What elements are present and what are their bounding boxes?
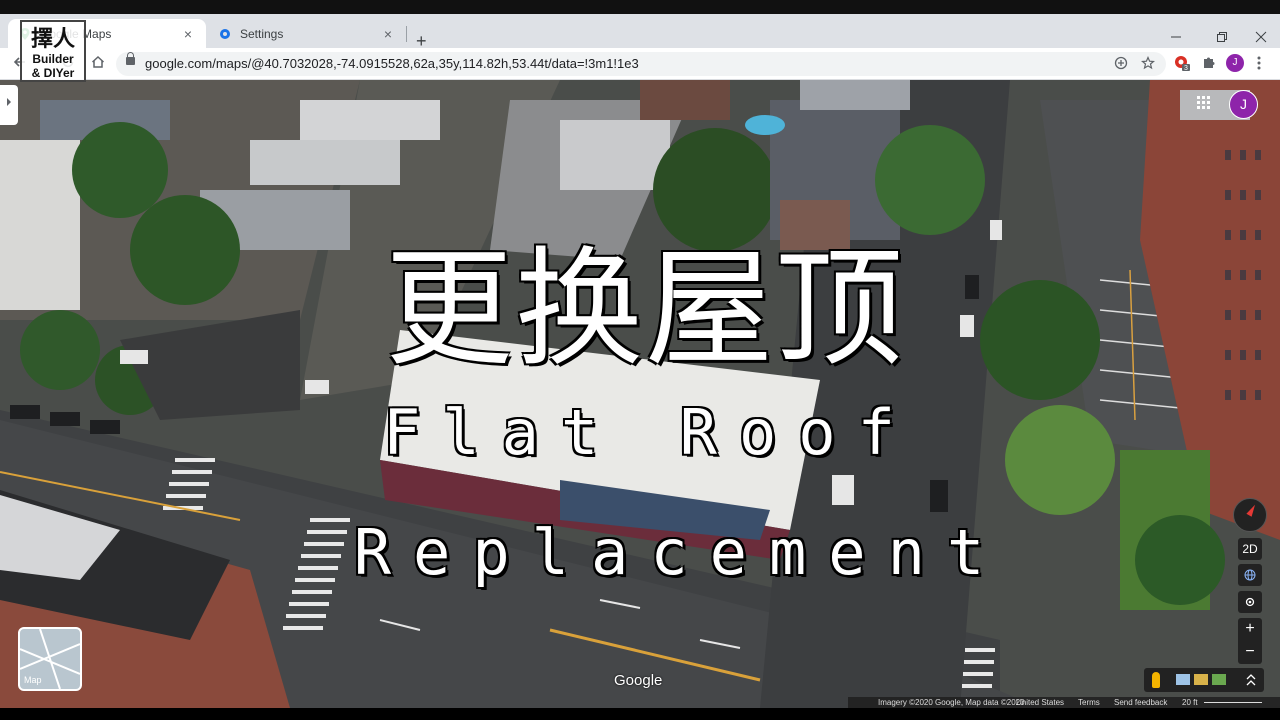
gear-icon: [218, 27, 232, 41]
tab-settings[interactable]: Settings ×: [208, 19, 406, 48]
layer-thumbnail-icon[interactable]: [1212, 674, 1226, 685]
street-view-bar: [1144, 668, 1264, 692]
imagery-attribution: Imagery ©2020 Google, Map data ©2020: [878, 698, 1025, 707]
tab-separator: [406, 26, 407, 42]
omnibox[interactable]: google.com/maps/@40.7032028,-74.0915528,…: [116, 52, 1166, 76]
home-icon[interactable]: [90, 54, 106, 73]
extension-icon[interactable]: 3: [1174, 55, 1190, 76]
my-location-icon[interactable]: [1238, 591, 1262, 613]
terms-link[interactable]: Terms: [1078, 697, 1100, 708]
channel-logo: 擇人 Builder & DIYer: [20, 20, 86, 82]
google-logo: Google: [614, 672, 663, 689]
tab-strip: Google Maps × Settings × +: [0, 14, 1280, 51]
add-icon[interactable]: [1114, 56, 1128, 73]
overlay-title-line1: Flat Roof: [383, 396, 917, 469]
layer-thumbnail-icon[interactable]: [1194, 674, 1208, 685]
puzzle-icon[interactable]: [1202, 55, 1216, 74]
overlay-title-line2: Replacement: [353, 516, 1007, 589]
pegman-icon[interactable]: [1152, 672, 1160, 688]
overlay-title-chinese: 更换屋顶: [384, 235, 905, 384]
star-icon[interactable]: [1140, 55, 1156, 73]
close-window-icon[interactable]: [1255, 30, 1267, 46]
google-apps-icon[interactable]: [1197, 96, 1211, 110]
region-link[interactable]: United States: [1016, 697, 1064, 708]
map-footer: Imagery ©2020 Google, Map data ©2020 Uni…: [848, 697, 1280, 708]
zoom-in-button[interactable]: +: [1238, 618, 1262, 641]
view-2d-button[interactable]: 2D: [1238, 538, 1262, 560]
minimap-label: Map: [24, 675, 42, 685]
account-avatar[interactable]: J: [1229, 90, 1258, 119]
map-layer-toggle[interactable]: Map: [18, 627, 82, 691]
url-text[interactable]: google.com/maps/@40.7032028,-74.0915528,…: [145, 56, 639, 71]
globe-icon[interactable]: [1238, 564, 1262, 586]
scale-bar: [1204, 702, 1262, 703]
logo-chinese-text: 擇人: [30, 26, 75, 51]
top-bar: [0, 0, 1280, 14]
collapse-side-panel-button[interactable]: [0, 85, 18, 125]
layer-thumbnail-icon[interactable]: [1176, 674, 1190, 685]
expand-up-icon[interactable]: [1246, 673, 1256, 692]
extension-badge: 3: [1184, 65, 1188, 71]
restore-icon[interactable]: [1216, 30, 1228, 46]
close-tab-icon[interactable]: ×: [380, 26, 396, 42]
minimize-icon[interactable]: [1170, 30, 1182, 46]
compass-icon[interactable]: [1233, 498, 1267, 532]
bottom-bar: [0, 708, 1280, 720]
close-tab-icon[interactable]: ×: [180, 26, 196, 42]
address-bar-row: google.com/maps/@40.7032028,-74.0915528,…: [0, 48, 1280, 80]
tab-title: Settings: [240, 26, 284, 41]
send-feedback-link[interactable]: Send feedback: [1114, 697, 1167, 708]
logo-builder-text: Builder: [32, 52, 74, 66]
zoom-controls: + −: [1238, 618, 1262, 664]
logo-diyer-text: & DIYer: [31, 66, 75, 80]
lock-icon: [126, 52, 135, 65]
scale-label[interactable]: 20 ft: [1182, 697, 1198, 708]
menu-dots-icon[interactable]: [1256, 55, 1262, 76]
zoom-out-button[interactable]: −: [1238, 641, 1262, 664]
profile-avatar[interactable]: J: [1226, 54, 1244, 72]
